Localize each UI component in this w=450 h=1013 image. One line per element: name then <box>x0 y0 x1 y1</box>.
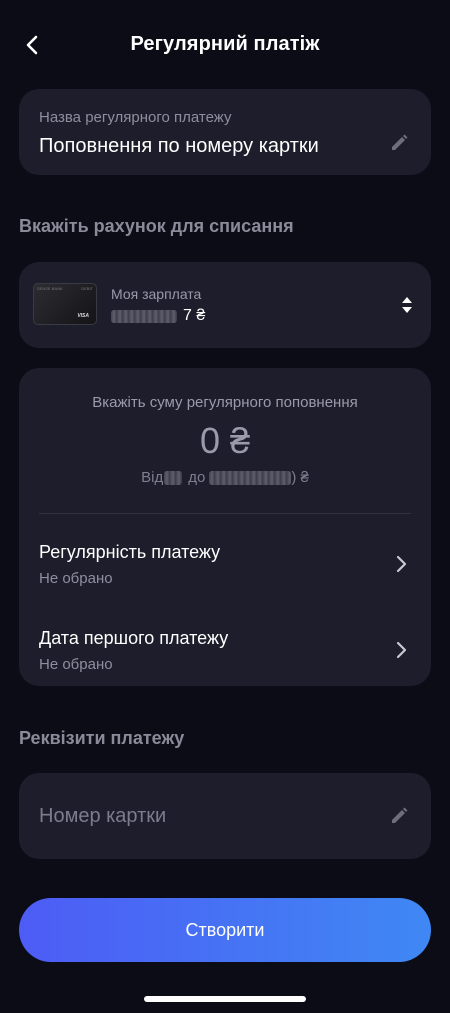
account-selector[interactable]: SENSE BANK DEBIT VISA Моя зарплата 7 ₴ <box>19 262 431 348</box>
card-bank-text: SENSE BANK <box>37 286 63 291</box>
account-balance: 7 ₴ <box>111 307 205 325</box>
requisites-section-title: Реквізити платежу <box>19 728 185 748</box>
hidden-min-blur <box>164 470 183 485</box>
chevron-right-icon <box>396 555 407 573</box>
payment-name-value: Поповнення по номеру картки <box>39 135 319 157</box>
first-payment-date-value: Не обрано <box>39 656 113 673</box>
range-currency: ) ₴ <box>291 469 309 486</box>
hidden-max-blur <box>209 470 292 485</box>
hidden-balance-blur <box>111 309 177 323</box>
header: Регулярний платіж <box>0 24 450 66</box>
first-payment-date-row[interactable]: Дата першого платежу Не обрано <box>19 618 431 688</box>
account-name: Моя зарплата <box>111 286 202 302</box>
sort-arrows-icon[interactable] <box>401 294 413 316</box>
range-to-label: до <box>188 469 206 486</box>
card-number-field[interactable]: Номер картки <box>19 773 431 859</box>
pencil-icon[interactable] <box>389 806 409 826</box>
regularity-row[interactable]: Регулярність платежу Не обрано <box>19 532 431 602</box>
create-button[interactable]: Створити <box>19 898 431 962</box>
amount-range: Від до ) ₴ <box>19 469 431 486</box>
divider <box>39 513 411 514</box>
payment-name-label: Назва регулярного платежу <box>39 109 232 126</box>
home-indicator[interactable] <box>144 996 306 1002</box>
amount-card: Вкажіть суму регулярного поповнення 0 ₴ … <box>19 368 431 686</box>
pencil-icon[interactable] <box>389 133 409 153</box>
range-from-label: Від <box>141 469 164 486</box>
visa-logo: VISA <box>77 313 89 319</box>
chevron-right-icon <box>396 641 407 659</box>
regularity-title: Регулярність платежу <box>39 542 221 562</box>
regularity-value: Не обрано <box>39 570 113 587</box>
account-section-title: Вкажіть рахунок для списання <box>19 216 294 236</box>
amount-hint: Вкажіть суму регулярного поповнення <box>92 394 358 411</box>
payment-name-field[interactable]: Назва регулярного платежу Поповнення по … <box>19 89 431 175</box>
balance-currency: 7 ₴ <box>183 307 206 324</box>
card-type-text: DEBIT <box>81 286 93 291</box>
screen: Регулярний платіж Назва регулярного плат… <box>0 0 450 1013</box>
page-title: Регулярний платіж <box>130 33 320 55</box>
card-number-placeholder: Номер картки <box>39 805 167 827</box>
bank-card-image: SENSE BANK DEBIT VISA <box>33 283 97 325</box>
first-payment-date-title: Дата першого платежу <box>39 628 229 648</box>
amount-input[interactable]: 0 ₴ <box>19 420 431 462</box>
